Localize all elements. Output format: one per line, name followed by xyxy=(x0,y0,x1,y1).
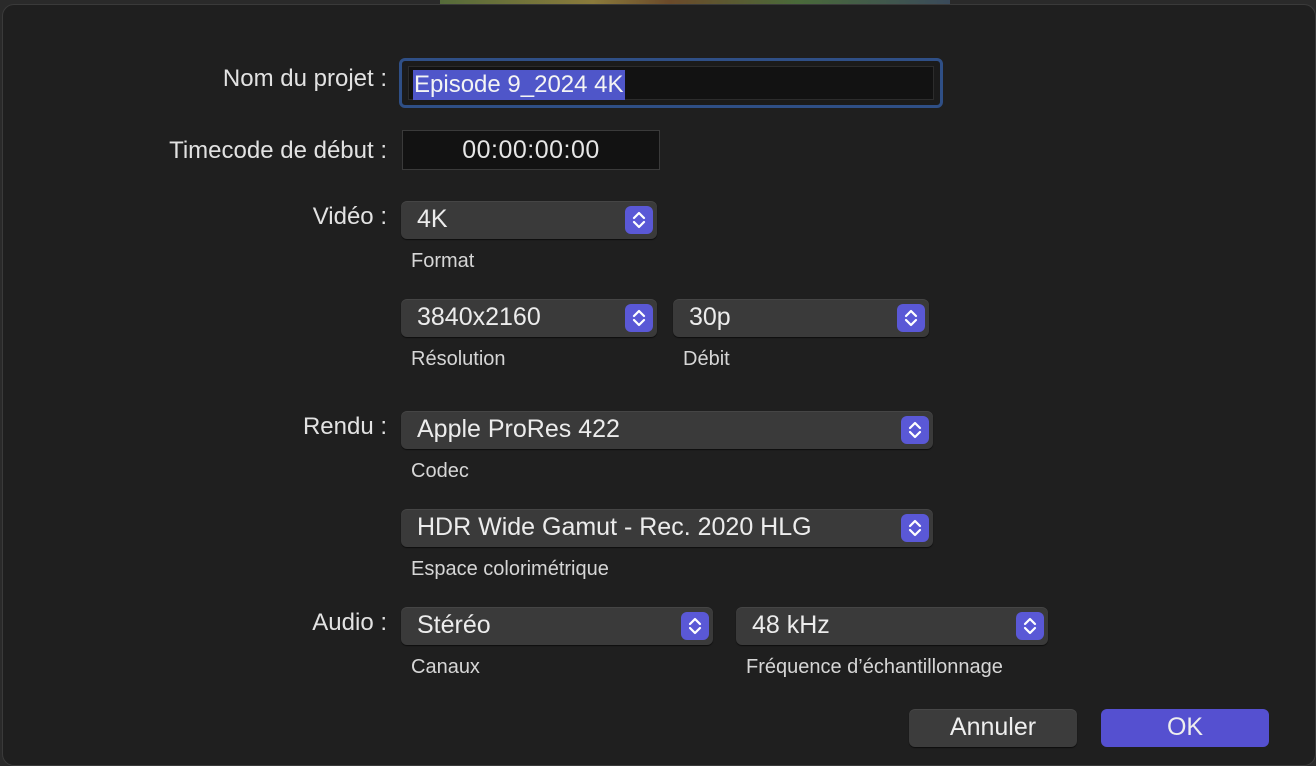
frame-rate-caption: Débit xyxy=(683,348,730,370)
resolution-value: 3840x2160 xyxy=(417,303,541,331)
codec-value: Apple ProRes 422 xyxy=(417,415,620,443)
frame-rate-popup[interactable]: 30p xyxy=(673,299,929,337)
chevron-up-down-icon xyxy=(681,612,709,640)
video-format-popup[interactable]: 4K xyxy=(401,201,657,239)
project-settings-dialog: Nom du projet : Episode 9_2024 4K Timeco… xyxy=(2,4,1316,766)
chevron-up-down-icon xyxy=(897,304,925,332)
sample-rate-popup[interactable]: 48 kHz xyxy=(736,607,1048,645)
chevron-up-down-icon xyxy=(625,304,653,332)
chevron-up-down-icon xyxy=(901,416,929,444)
sample-rate-caption: Fréquence d’échantillonnage xyxy=(746,656,1003,678)
frame-rate-value: 30p xyxy=(689,303,731,331)
ok-button[interactable]: OK xyxy=(1101,709,1269,747)
project-name-value[interactable]: Episode 9_2024 4K xyxy=(413,70,625,100)
codec-caption: Codec xyxy=(411,460,469,482)
color-space-caption: Espace colorimétrique xyxy=(411,558,609,580)
cancel-button[interactable]: Annuler xyxy=(909,709,1077,747)
sample-rate-value: 48 kHz xyxy=(752,611,830,639)
audio-channels-caption: Canaux xyxy=(411,656,480,678)
video-label: Vidéo : xyxy=(312,203,387,230)
resolution-popup[interactable]: 3840x2160 xyxy=(401,299,657,337)
codec-popup[interactable]: Apple ProRes 422 xyxy=(401,411,933,449)
video-format-value: 4K xyxy=(417,205,448,233)
audio-channels-popup[interactable]: Stéréo xyxy=(401,607,713,645)
chevron-up-down-icon xyxy=(1016,612,1044,640)
color-space-popup[interactable]: HDR Wide Gamut - Rec. 2020 HLG xyxy=(401,509,933,547)
audio-label: Audio : xyxy=(312,609,387,636)
start-timecode-label: Timecode de début : xyxy=(169,137,387,164)
project-name-label: Nom du projet : xyxy=(222,65,387,92)
resolution-caption: Résolution xyxy=(411,348,506,370)
start-timecode-field[interactable]: 00:00:00:00 xyxy=(402,130,660,170)
render-label: Rendu : xyxy=(302,413,387,440)
audio-channels-value: Stéréo xyxy=(417,611,491,639)
format-caption: Format xyxy=(411,250,475,272)
chevron-up-down-icon xyxy=(625,206,653,234)
project-name-input[interactable]: Episode 9_2024 4K xyxy=(399,58,943,108)
color-space-value: HDR Wide Gamut - Rec. 2020 HLG xyxy=(417,513,812,541)
chevron-up-down-icon xyxy=(901,514,929,542)
